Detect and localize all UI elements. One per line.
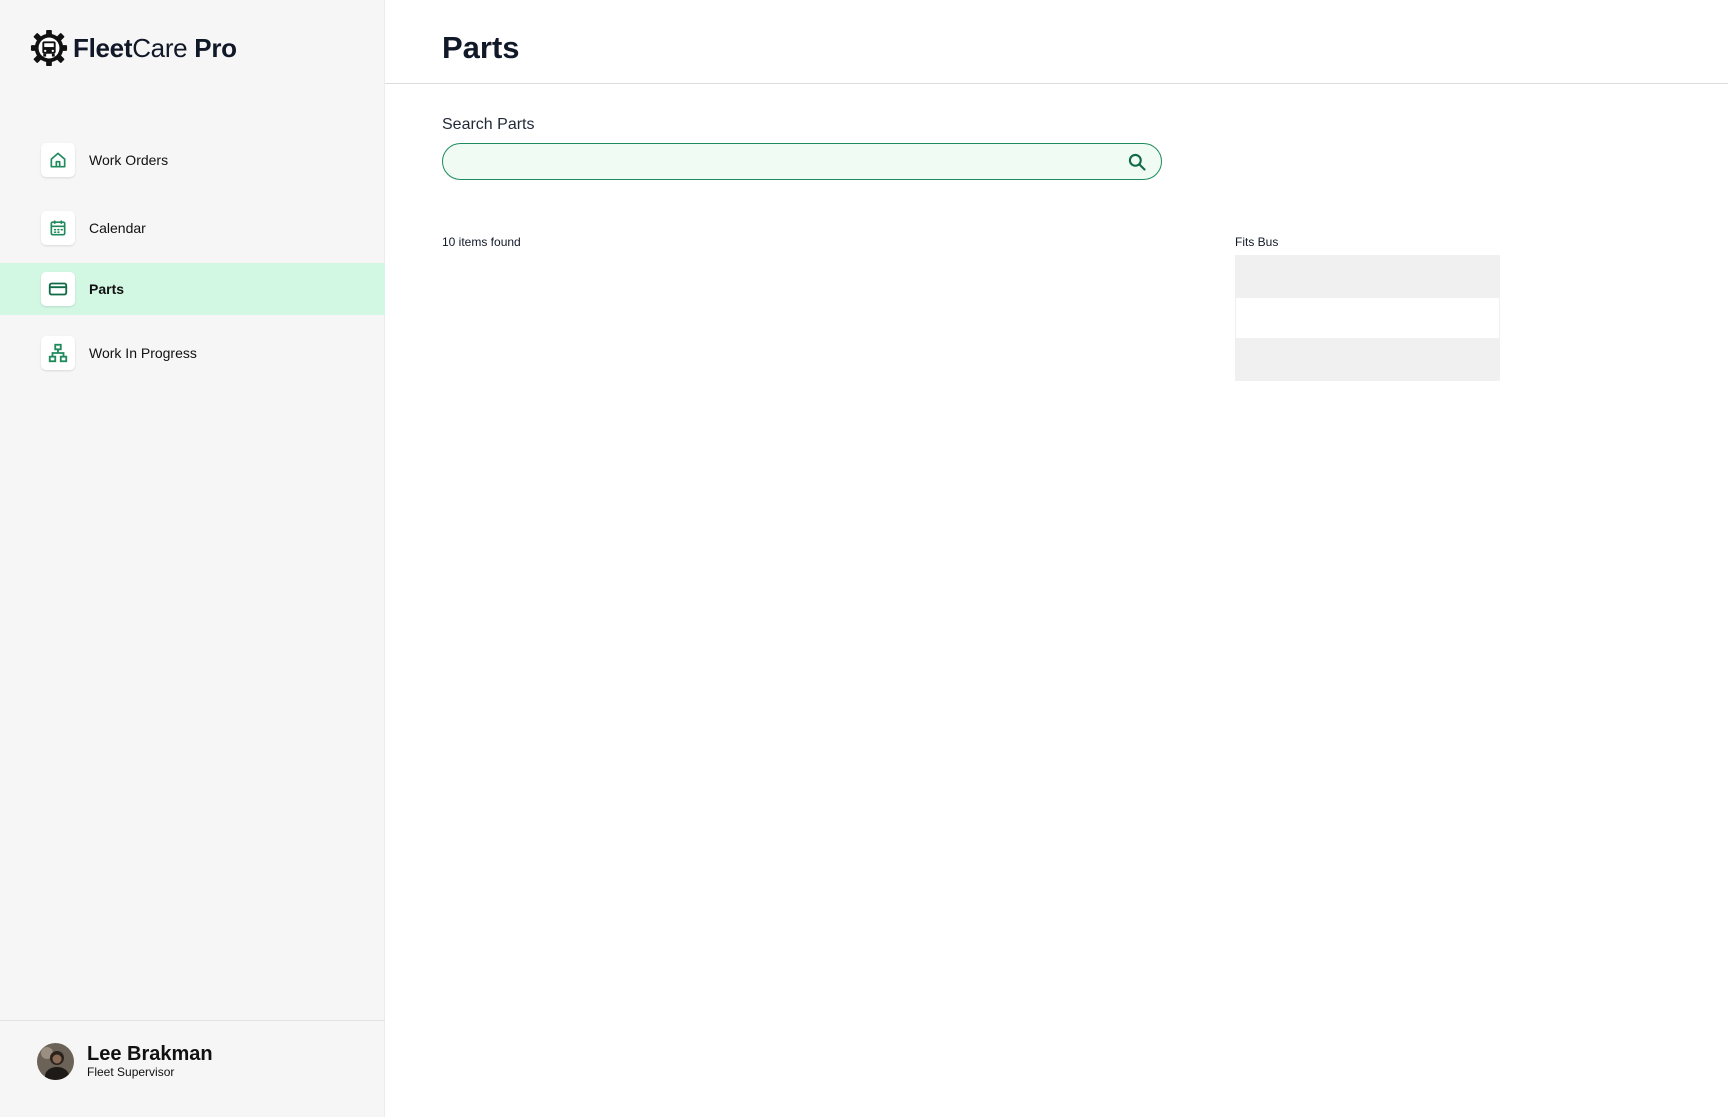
sidebar-item-label: Work In Progress xyxy=(89,345,197,361)
user-role: Fleet Supervisor xyxy=(87,1065,175,1079)
sidebar-item-label: Work Orders xyxy=(89,152,169,168)
sidebar-item-calendar[interactable]: Calendar xyxy=(0,202,385,254)
search-label: Search Parts xyxy=(442,116,535,133)
list-item xyxy=(1235,339,1500,381)
list-item xyxy=(1235,255,1500,297)
gear-bus-icon xyxy=(30,29,68,67)
fits-bus-list xyxy=(1235,255,1500,381)
fits-bus-label: Fits Bus xyxy=(1235,235,1279,249)
search-field xyxy=(442,143,1162,180)
brand-name-bold: Fleet xyxy=(73,32,133,63)
user-profile[interactable]: Lee Brakman Fleet Supervisor xyxy=(0,1020,385,1117)
sidebar-item-work-in-progress[interactable]: Work In Progress xyxy=(0,327,385,379)
home-icon xyxy=(41,143,75,177)
page-title: Parts xyxy=(442,30,520,65)
sidebar-item-label: Parts xyxy=(89,281,125,297)
sidebar: FleetCare Pro Work Orders Calendar Parts… xyxy=(0,0,385,1117)
brand-name-regular: Care xyxy=(132,32,188,63)
hierarchy-icon xyxy=(41,336,75,370)
main-content: Parts Search Parts 10 items found Fits B… xyxy=(385,0,1728,1117)
list-item xyxy=(1235,297,1500,339)
sidebar-item-label: Calendar xyxy=(89,220,146,236)
credit-card-icon xyxy=(41,272,75,306)
page-header: Parts xyxy=(385,0,1728,84)
avatar xyxy=(37,1043,74,1080)
brand-name: FleetCare Pro xyxy=(73,33,237,64)
search-input[interactable] xyxy=(459,144,1109,178)
brand-name-suffix: Pro xyxy=(194,32,237,63)
calendar-icon xyxy=(41,211,75,245)
search-icon[interactable] xyxy=(1127,152,1147,172)
sidebar-item-work-orders[interactable]: Work Orders xyxy=(0,134,385,186)
user-name: Lee Brakman xyxy=(87,1043,213,1065)
brand-logo[interactable]: FleetCare Pro xyxy=(30,28,237,68)
sidebar-item-parts[interactable]: Parts xyxy=(0,263,385,315)
results-count: 10 items found xyxy=(442,235,521,249)
